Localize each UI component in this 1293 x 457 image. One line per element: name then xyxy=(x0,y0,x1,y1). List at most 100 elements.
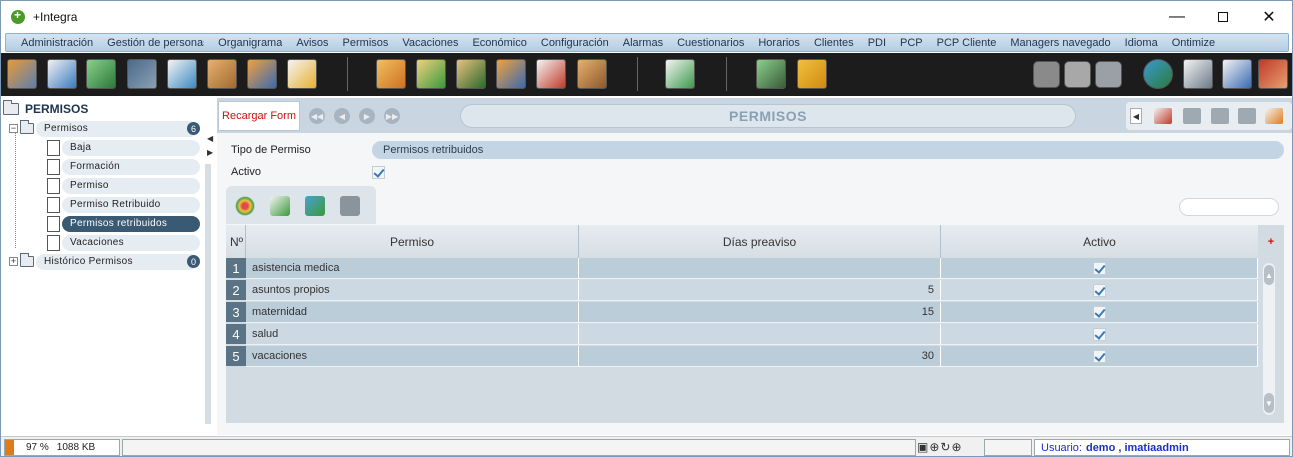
refresh-icon[interactable] xyxy=(305,196,325,216)
menu-ontimize[interactable]: Ontimize xyxy=(1172,37,1215,49)
table-row[interactable]: 5 vacaciones 30 xyxy=(226,346,1258,367)
download-icon[interactable]: ⊕ xyxy=(929,440,940,454)
menu-vacaciones[interactable]: Vacaciones xyxy=(402,37,458,49)
mail-icon[interactable] xyxy=(665,59,695,89)
back-icon[interactable] xyxy=(1033,61,1060,88)
save-disk-icon[interactable]: ▣ xyxy=(917,440,929,454)
column-header-activo[interactable]: Activo xyxy=(941,225,1258,258)
column-chooser-icon[interactable] xyxy=(235,196,255,216)
menu-managers-navegado[interactable]: Managers navegado xyxy=(1010,37,1110,49)
menu-administracion[interactable]: Administración xyxy=(21,37,93,49)
menu-idioma[interactable]: Idioma xyxy=(1125,37,1158,49)
menu-horarios[interactable]: Horarios xyxy=(758,37,800,49)
search-binoculars-icon[interactable] xyxy=(1183,108,1201,124)
tree-item-formacion[interactable]: Formación xyxy=(47,158,200,175)
splitter-arrows[interactable]: ◀ ▶ xyxy=(207,132,213,160)
menu-clientes[interactable]: Clientes xyxy=(814,37,854,49)
menu-permisos[interactable]: Permisos xyxy=(343,37,389,49)
menu-avisos[interactable]: Avisos xyxy=(296,37,328,49)
previous-record-icon[interactable]: ◀ xyxy=(334,108,350,124)
row-number: 2 xyxy=(226,280,246,301)
status-bar: 97 % 1088 KB ▣⊕↻⊕ Usuario: demo , imatia… xyxy=(1,436,1292,456)
column-header-dias-preaviso[interactable]: Días preaviso xyxy=(579,225,941,258)
help-globe-icon[interactable] xyxy=(1143,59,1173,89)
reload-form-button[interactable]: Recargar Form xyxy=(218,101,300,131)
menu-configuracion[interactable]: Configuración xyxy=(541,37,609,49)
row-number: 3 xyxy=(226,302,246,323)
menu-pdi[interactable]: PDI xyxy=(868,37,886,49)
tree-item-permiso[interactable]: Permiso xyxy=(47,177,200,194)
column-header-num[interactable]: Nº xyxy=(226,225,246,258)
clear-icon[interactable] xyxy=(1265,108,1283,124)
menu-cuestionarios[interactable]: Cuestionarios xyxy=(677,37,744,49)
id-card-icon[interactable] xyxy=(536,59,566,89)
tree-group-permisos[interactable]: − Permisos 6 xyxy=(9,120,200,137)
table-row[interactable]: 2 asuntos propios 5 xyxy=(226,280,1258,301)
table-row[interactable]: 3 maternidad 15 xyxy=(226,302,1258,323)
table-scrollbar[interactable]: ▲ ▼ xyxy=(1263,263,1275,415)
calendar-icon[interactable] xyxy=(127,59,157,89)
documents-icon[interactable] xyxy=(376,59,406,89)
menu-organigrama[interactable]: Organigrama xyxy=(218,37,282,49)
agreement-icon[interactable] xyxy=(577,59,607,89)
exit-door-icon[interactable] xyxy=(1258,59,1288,89)
user-settings-icon[interactable] xyxy=(756,59,786,89)
status-message-panel xyxy=(122,439,916,456)
last-record-icon[interactable]: ▶▶ xyxy=(384,108,400,124)
employees-icon[interactable] xyxy=(7,59,37,89)
form-actions: ◀ xyxy=(1126,102,1292,130)
add-row-button[interactable]: + xyxy=(1258,225,1284,258)
person-green-icon[interactable] xyxy=(86,59,116,89)
sync-icon[interactable]: ↻ xyxy=(940,440,951,454)
edit-icon[interactable] xyxy=(1154,108,1172,124)
menu-pcp-cliente[interactable]: PCP Cliente xyxy=(937,37,997,49)
tree-item-vacaciones[interactable]: Vacaciones xyxy=(47,234,200,251)
upload-icon[interactable]: ⊕ xyxy=(951,440,962,454)
tree-item-permisos-retribuidos[interactable]: Permisos retribuidos xyxy=(47,215,200,232)
delete-record-icon[interactable] xyxy=(1211,108,1229,124)
lock-icon[interactable] xyxy=(1222,59,1252,89)
sidebar-splitter[interactable] xyxy=(205,164,211,424)
activo-checkbox[interactable] xyxy=(372,166,385,179)
close-button[interactable]: ✕ xyxy=(1246,1,1292,32)
scroll-down-icon[interactable]: ▼ xyxy=(1264,393,1274,413)
table-row[interactable]: 4 salud xyxy=(226,324,1258,345)
user-green-icon[interactable] xyxy=(416,59,446,89)
checklist-icon[interactable] xyxy=(167,59,197,89)
notepad-icon[interactable] xyxy=(47,59,77,89)
tipo-permiso-field[interactable]: Permisos retribuidos xyxy=(372,141,1284,159)
group-icon[interactable] xyxy=(247,59,277,89)
manager-icon[interactable] xyxy=(456,59,486,89)
menu-economico[interactable]: Económico xyxy=(472,37,526,49)
first-record-icon[interactable]: ◀◀ xyxy=(309,108,325,124)
column-header-permiso[interactable]: Permiso xyxy=(246,225,579,258)
table-row[interactable]: 1 asistencia medica xyxy=(226,258,1258,279)
menu-gestion-personas[interactable]: Gestión de personas xyxy=(107,37,204,49)
maximize-button[interactable] xyxy=(1200,1,1246,32)
minimize-button[interactable]: — xyxy=(1154,1,1200,32)
handshake-icon[interactable] xyxy=(207,59,237,89)
tree-item-baja[interactable]: Baja xyxy=(47,139,200,156)
collapse-icon[interactable]: − xyxy=(9,124,18,133)
expand-icon[interactable]: + xyxy=(9,257,18,266)
home-icon[interactable] xyxy=(1095,61,1122,88)
memory-percent: 97 % xyxy=(26,442,49,453)
save-icon[interactable] xyxy=(1238,108,1256,124)
app-window: +Integra — ✕ Administración Gestión de p… xyxy=(0,0,1293,457)
tree-group-historico[interactable]: + Histórico Permisos 0 xyxy=(9,253,200,270)
next-record-icon[interactable]: ▶ xyxy=(359,108,375,124)
tree-item-permiso-retribuido[interactable]: Permiso Retribuido xyxy=(47,196,200,213)
cell-dias-preaviso: 30 xyxy=(579,346,941,367)
edit-note-icon[interactable] xyxy=(287,59,317,89)
scroll-up-icon[interactable]: ▲ xyxy=(1264,265,1274,285)
grid-search-input[interactable] xyxy=(1179,198,1279,216)
export-icon[interactable] xyxy=(340,196,360,216)
menu-pcp[interactable]: PCP xyxy=(900,37,923,49)
add-record-icon[interactable] xyxy=(270,196,290,216)
stop-icon[interactable] xyxy=(1064,61,1091,88)
team-icon[interactable] xyxy=(496,59,526,89)
email-at-icon[interactable] xyxy=(797,59,827,89)
collapse-arrow-icon[interactable]: ◀ xyxy=(1130,108,1142,124)
calculator-icon[interactable] xyxy=(1183,59,1213,89)
menu-alarmas[interactable]: Alarmas xyxy=(623,37,663,49)
